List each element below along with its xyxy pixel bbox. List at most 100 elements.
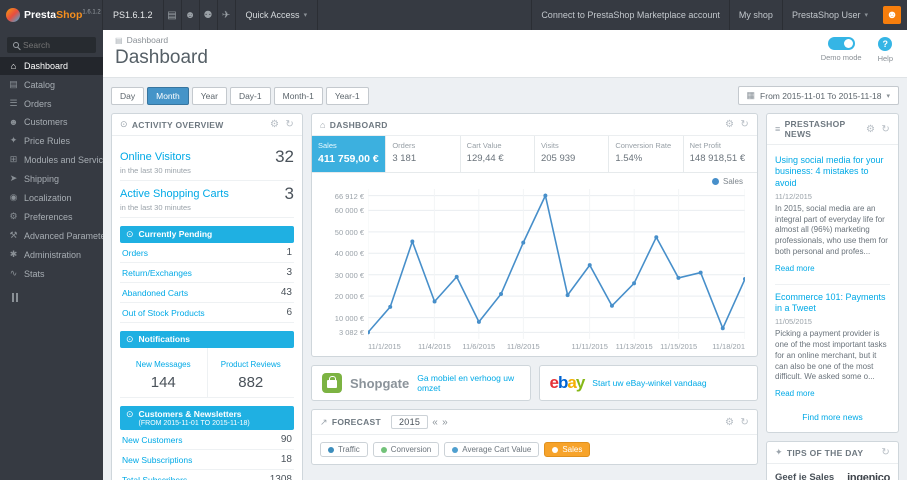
shipping-icon: ➤ [9,173,18,183]
prestashop-logo[interactable]: PrestaShop1.6.1.2 [0,0,103,30]
bug-icon[interactable]: ⚉ [200,0,218,30]
read-more-link[interactable]: Read more [775,389,815,398]
sidebar-item-price-rules[interactable]: ✦ Price Rules [0,131,103,150]
avatar[interactable]: ☻ [883,6,901,24]
kpi-value: 205 939 [540,153,576,164]
new-subscriptions-link[interactable]: New Subscriptions [122,455,192,465]
quick-access-menu[interactable]: Quick Access ▾ [236,0,319,30]
sidebar-item-modules[interactable]: ⊞ Modules and Services [0,150,103,169]
range-year-1-button[interactable]: Year-1 [325,86,369,105]
sidebar-item-localization[interactable]: ◉ Localization [0,188,103,207]
kpi-value: 148 918,51 € [689,153,746,164]
range-month-button[interactable]: Month [147,86,189,105]
refresh-icon[interactable]: ↻ [285,119,294,130]
search-input[interactable] [23,40,93,50]
section-title: Currently Pending [138,229,213,239]
gear-icon[interactable]: ⚙ [725,417,734,428]
sidebar-item-label: Modules and Services [24,154,103,165]
sidebar-item-label: Dashboard [24,61,69,71]
toggle-switch[interactable] [827,37,855,50]
help-icon[interactable]: ? [878,37,893,51]
kpi-cart-value[interactable]: Cart Value 129,44 € [461,136,535,172]
total-subscribers-link[interactable]: Total Subscribers [122,475,187,480]
kpi-label: Cart Value [466,141,502,150]
range-day-1-button[interactable]: Day-1 [229,86,271,105]
sidebar-search[interactable] [7,37,96,53]
help-button[interactable]: ? Help [878,37,893,63]
refresh-icon[interactable]: ↻ [740,119,749,130]
forecast-year-select[interactable]: 2015 [391,415,429,429]
collapse-menu-button[interactable] [12,293,103,302]
employee-icon[interactable]: ☻ [182,0,200,30]
kpi-conversion-rate[interactable]: Conversion Rate 1.54% [609,136,684,172]
ebay-link[interactable]: Start uw eBay-winkel vandaag [592,378,706,388]
news-article: Using social media for your business: 4 … [775,153,890,278]
product-reviews-link[interactable]: Product Reviews [221,360,281,369]
new-customers-value: 90 [280,434,292,445]
pending-orders-link[interactable]: Orders [122,248,148,258]
find-more-news-link[interactable]: Find more news [775,412,890,422]
sidebar-item-orders[interactable]: ☰ Orders [0,94,103,113]
next-year-button[interactable]: » [442,417,448,428]
forecast-toggle-traffic[interactable]: Traffic [320,442,368,457]
refresh-icon[interactable]: ↻ [881,447,890,458]
gear-icon[interactable]: ⚙ [866,124,875,135]
shop-name-link[interactable]: PS1.6.1.2 [103,0,164,30]
demo-mode-toggle[interactable]: Demo mode [821,37,862,63]
sidebar-item-customers[interactable]: ☻ Customers [0,113,103,131]
new-customers-link[interactable]: New Customers [122,435,182,445]
refresh-icon[interactable]: ↻ [740,417,749,428]
sidebar-item-shipping[interactable]: ➤ Shipping [0,169,103,188]
kpi-label: Visits [540,141,559,150]
user-menu[interactable]: PrestaShop User ▾ [781,0,877,30]
my-shop-link[interactable]: My shop [728,0,782,30]
refresh-icon[interactable]: ↻ [881,124,890,135]
sidebar-item-catalog[interactable]: ▤ Catalog [0,75,103,94]
gear-icon[interactable]: ⚙ [725,119,734,130]
sidebar-item-advanced-parameters[interactable]: ⚒ Advanced Parameters [0,226,103,245]
forecast-toggle-average-cart-value[interactable]: Average Cart Value [444,442,540,457]
sidebar-item-administration[interactable]: ✱ Administration [0,245,103,264]
read-more-link[interactable]: Read more [775,264,815,273]
orders-icon: ☰ [9,98,18,108]
range-month-1-button[interactable]: Month-1 [273,86,323,105]
sidebar-item-preferences[interactable]: ⚙ Preferences [0,207,103,226]
forecast-toggle-conversion[interactable]: Conversion [372,442,440,457]
date-range-picker[interactable]: ▦ From 2015-11-01 To 2015-11-18 ▾ [737,86,899,105]
toggle-knob [843,39,853,48]
date-toolbar: Day Month Year Day-1 Month-1 Year-1 ▦ Fr… [103,78,907,105]
plane-icon[interactable]: ✈ [218,0,236,30]
gear-icon[interactable]: ⚙ [270,119,279,130]
sidebar-item-stats[interactable]: ∿ Stats [0,264,103,283]
active-carts-link[interactable]: Active Shopping Carts [120,188,229,200]
modules-icon: ⊞ [9,154,18,164]
forecast-toggle-sales[interactable]: Sales [544,442,591,457]
new-messages-value: 144 [150,374,176,391]
new-messages-link[interactable]: New Messages [136,360,191,369]
cart-icon[interactable]: ▤ [164,0,182,30]
kpi-row: Sales 411 759,00 € Orders 3 181 Cart Val… [312,136,757,173]
marketplace-connect-link[interactable]: Connect to PrestaShop Marketplace accoun… [531,0,729,30]
kpi-visits[interactable]: Visits 205 939 [535,136,610,172]
out-of-stock-link[interactable]: Out of Stock Products [122,308,205,318]
new-customers-row: New Customers 90 [120,430,294,450]
prestashop-logo-icon [6,8,20,22]
abandoned-carts-link[interactable]: Abandoned Carts [122,288,188,298]
shopgate-link[interactable]: Ga mobiel en verhoog uw omzet [417,373,519,393]
sidebar-item-dashboard[interactable]: ⌂ Dashboard [0,57,103,75]
previous-year-button[interactable]: « [432,417,438,428]
sidebar-item-label: Price Rules [24,135,71,146]
returns-link[interactable]: Return/Exchanges [122,268,192,278]
notifications-header: ⊙ Notifications [120,331,294,348]
range-year-button[interactable]: Year [191,86,227,105]
kpi-net-profit[interactable]: Net Profit 148 918,51 € [684,136,757,172]
kpi-label: Conversion Rate [615,141,672,150]
section-title: Notifications [138,334,191,344]
online-visitors-link[interactable]: Online Visitors [120,151,191,163]
kpi-sales[interactable]: Sales 411 759,00 € [312,136,387,172]
panel-title: ACTIVITY OVERVIEW [131,119,224,130]
news-article-title-link[interactable]: Using social media for your business: 4 … [775,155,890,189]
range-day-button[interactable]: Day [111,86,145,105]
kpi-orders[interactable]: Orders 3 181 [386,136,461,172]
news-article-title-link[interactable]: Ecommerce 101: Payments in a Tweet [775,292,890,315]
